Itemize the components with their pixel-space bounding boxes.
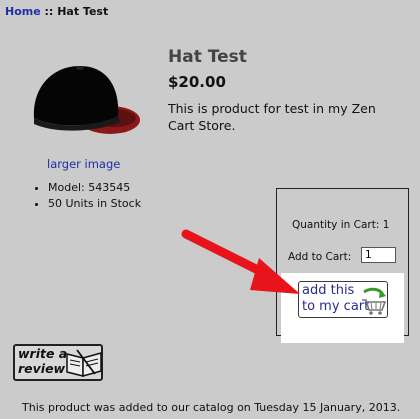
product-description: This is product for test in my Zen Cart … xyxy=(168,101,376,133)
product-details-list: Model: 543545 50 Units in Stock xyxy=(32,181,141,213)
write-review-button[interactable]: write a review xyxy=(13,344,103,381)
breadcrumb-separator: :: xyxy=(44,5,54,18)
review-line2: review xyxy=(18,361,66,376)
quantity-in-cart-label: Quantity in Cart: 1 xyxy=(292,219,390,231)
larger-image-link[interactable]: larger image xyxy=(47,157,120,171)
cart-icon xyxy=(362,287,387,315)
detail-stock: 50 Units in Stock xyxy=(48,197,141,211)
product-image[interactable] xyxy=(28,60,146,140)
book-icon xyxy=(66,349,102,377)
breadcrumb-current: Hat Test xyxy=(57,5,109,18)
hat-image xyxy=(33,66,140,134)
review-line1: write a xyxy=(18,346,68,361)
quantity-input[interactable] xyxy=(361,247,396,263)
product-title: Hat Test xyxy=(168,47,247,67)
add-button-line1: add this xyxy=(302,283,355,298)
red-arrow-icon xyxy=(181,229,300,294)
breadcrumb-home-link[interactable]: Home xyxy=(5,5,41,18)
product-price: $20.00 xyxy=(168,73,226,91)
add-to-cart-button[interactable]: add this to my cart xyxy=(298,281,388,318)
breadcrumb: Home :: Hat Test xyxy=(5,5,108,18)
detail-model: Model: 543545 xyxy=(48,181,141,195)
date-added-note: This product was added to our catalog on… xyxy=(22,401,401,414)
